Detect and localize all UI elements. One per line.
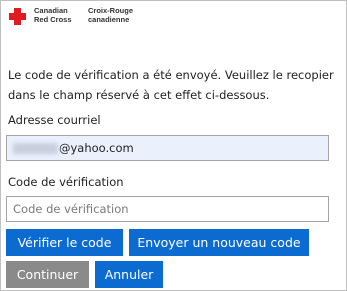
logo-text-english: Canadian Red Cross xyxy=(34,6,86,24)
send-new-code-button[interactable]: Envoyer un nouveau code xyxy=(129,229,309,256)
logo-english-line1: Canadian xyxy=(34,6,68,15)
logo-french-line2: canadienne xyxy=(88,15,130,24)
red-cross-logo: Canadian Red Cross Croix-Rouge canadienn… xyxy=(9,6,148,30)
logo-french-line1: Croix-Rouge xyxy=(88,6,133,15)
verification-code-input[interactable] xyxy=(6,196,329,222)
verify-code-button[interactable]: Vérifier le code xyxy=(6,229,123,256)
verification-panel: Canadian Red Cross Croix-Rouge canadienn… xyxy=(0,0,347,291)
logo-text-french: Croix-Rouge canadienne xyxy=(88,6,148,24)
redacted-email-user xyxy=(13,142,58,154)
verification-code-label: Code de vérification xyxy=(8,175,124,189)
continue-button[interactable]: Continuer xyxy=(6,261,89,288)
cancel-button[interactable]: Annuler xyxy=(95,261,163,288)
verification-sent-message: Le code de vérification a été envoyé. Ve… xyxy=(8,68,334,102)
red-cross-icon xyxy=(9,8,26,25)
email-label: Adresse courriel xyxy=(8,113,101,127)
logo-english-line2: Red Cross xyxy=(34,15,72,24)
email-field[interactable]: @yahoo.com xyxy=(6,135,329,161)
email-value: @yahoo.com xyxy=(59,141,134,155)
